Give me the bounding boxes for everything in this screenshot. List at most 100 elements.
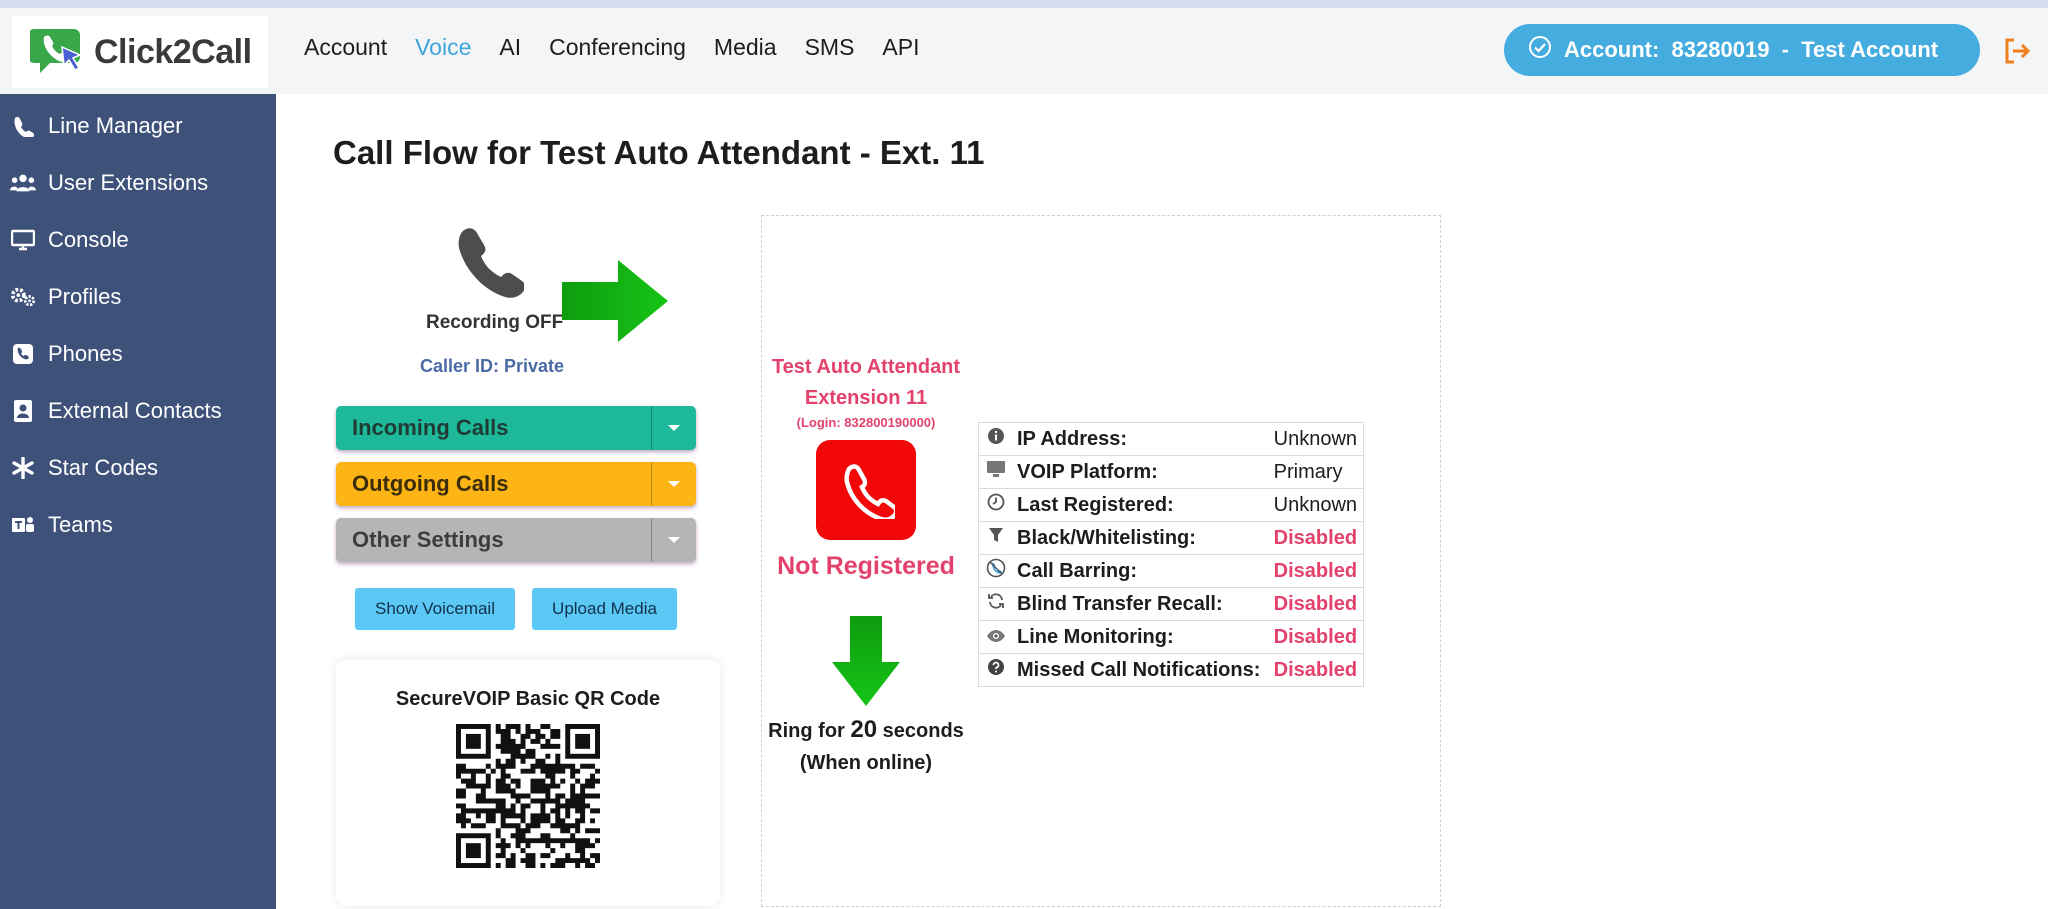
outgoing-calls-dropdown[interactable]: Outgoing Calls [336,462,696,506]
caret-down-icon [652,480,696,488]
recording-status: Recording OFF [426,312,564,333]
nav-voice[interactable]: Voice [415,34,471,61]
table-row: Last Registered: Unknown [978,488,1364,522]
sidebar-item-line-manager[interactable]: Line Manager [0,100,276,152]
asterisk-icon [10,455,36,481]
not-registered-phone-icon [816,440,916,540]
registration-status: Not Registered [777,552,955,580]
sidebar-item-console[interactable]: Console [0,214,276,266]
table-row: Call Barring: Disabled [978,554,1364,588]
nav-account[interactable]: Account [304,34,387,61]
clock-icon [978,488,1013,522]
qr-code-card: SecureVOIP Basic QR Code [336,660,720,906]
dropdown-label: Outgoing Calls [352,471,509,496]
logout-icon[interactable] [2002,36,2032,71]
ring-note: (When online) [799,752,933,774]
barred-phone-icon [978,554,1013,588]
page-title: Call Flow for Test Auto Attendant - Ext.… [333,134,985,171]
account-button[interactable]: Account: 83280019 - Test Account [1504,24,1980,76]
nav-sms[interactable]: SMS [805,34,855,61]
top-strip [0,0,2048,8]
extension-login: (Login: 832800190000) [796,415,936,430]
users-icon [10,170,36,196]
click2call-logo-icon [28,25,88,79]
phone-square-icon [10,341,36,367]
detail-value: Disabled [1269,587,1364,621]
dropdown-label: Other Settings [352,527,504,552]
detail-label: Blind Transfer Recall: [1013,587,1270,621]
detail-value: Disabled [1269,521,1364,555]
ring-seconds: 20 [850,716,878,743]
filter-icon [978,521,1013,555]
caret-down-icon [652,536,696,544]
detail-label: Missed Call Notifications: [1013,653,1270,687]
arrow-right-icon [560,258,670,349]
detail-value: Disabled [1269,653,1364,687]
detail-value: Disabled [1269,620,1364,654]
detail-value: Primary [1269,455,1364,489]
detail-label: IP Address: [1013,422,1270,456]
qr-title: SecureVOIP Basic QR Code [395,688,661,710]
sidebar-item-label: Phones [48,341,123,366]
sidebar-item-label: Profiles [48,284,122,309]
caret-down-icon [652,424,696,432]
incoming-calls-dropdown[interactable]: Incoming Calls [336,406,696,450]
show-voicemail-button[interactable]: Show Voicemail [355,588,515,630]
sidebar-item-user-extensions[interactable]: User Extensions [0,157,276,209]
sidebar-item-label: External Contacts [48,398,222,423]
upload-media-button[interactable]: Upload Media [532,588,677,630]
arrow-down-icon [830,614,902,713]
table-row: Line Monitoring: Disabled [978,620,1364,654]
ring-duration: Ring for 20 seconds (When online) [761,714,971,779]
monitor-icon [978,455,1013,489]
table-row: VOIP Platform: Primary [978,455,1364,489]
account-label: Account: 83280019 - Test Account [1564,37,1939,62]
table-row: Black/Whitelisting: Disabled [978,521,1364,555]
brand-name: Click2Call [94,32,252,71]
extension-number: Extension 11 [804,387,928,409]
detail-value: Disabled [1269,554,1364,588]
nav-api[interactable]: API [882,34,919,61]
main-nav: Account Voice AI Conferencing Media SMS … [304,34,948,61]
check-circle-icon [1528,35,1552,65]
ring-prefix: Ring for [768,720,845,742]
sidebar-item-external-contacts[interactable]: External Contacts [0,385,276,437]
detail-label: Call Barring: [1013,554,1270,588]
sidebar-item-label: Console [48,227,129,252]
question-icon [978,653,1013,687]
nav-conferencing[interactable]: Conferencing [549,34,686,61]
brand-logo[interactable]: Click2Call [12,16,268,88]
phone-icon [10,113,36,139]
detail-value: Unknown [1269,488,1364,522]
detail-label: Last Registered: [1013,488,1270,522]
dropdown-label: Incoming Calls [352,415,509,440]
sidebar: Line Manager User Extensions Console Pro… [0,94,276,909]
sidebar-item-label: Line Manager [48,113,183,138]
detail-label: Line Monitoring: [1013,620,1270,654]
extension-details-table: IP Address: Unknown VOIP Platform: Prima… [978,422,1364,687]
sidebar-item-phones[interactable]: Phones [0,328,276,380]
sidebar-item-label: Teams [48,512,113,537]
sidebar-item-star-codes[interactable]: Star Codes [0,442,276,494]
caller-id: Caller ID: Private [420,356,565,376]
nav-media[interactable]: Media [714,34,777,61]
teams-icon [10,512,36,538]
nav-ai[interactable]: AI [499,34,521,61]
sidebar-item-teams[interactable]: Teams [0,499,276,551]
detail-label: VOIP Platform: [1013,455,1270,489]
gears-icon [10,284,36,310]
monitor-icon [10,227,36,253]
handset-icon [452,226,525,305]
detail-value: Unknown [1269,422,1364,456]
ring-suffix: seconds [882,720,964,742]
other-settings-dropdown[interactable]: Other Settings [336,518,696,562]
detail-label: Black/Whitelisting: [1013,521,1270,555]
sidebar-item-label: Star Codes [48,455,159,480]
sidebar-item-profiles[interactable]: Profiles [0,271,276,323]
header: Click2Call Account Voice AI Conferencing… [0,8,2048,94]
qr-code-image[interactable] [455,723,601,873]
table-row: Blind Transfer Recall: Disabled [978,587,1364,621]
contact-card-icon [10,398,36,424]
refresh-icon [978,587,1013,621]
table-row: IP Address: Unknown [978,422,1364,456]
